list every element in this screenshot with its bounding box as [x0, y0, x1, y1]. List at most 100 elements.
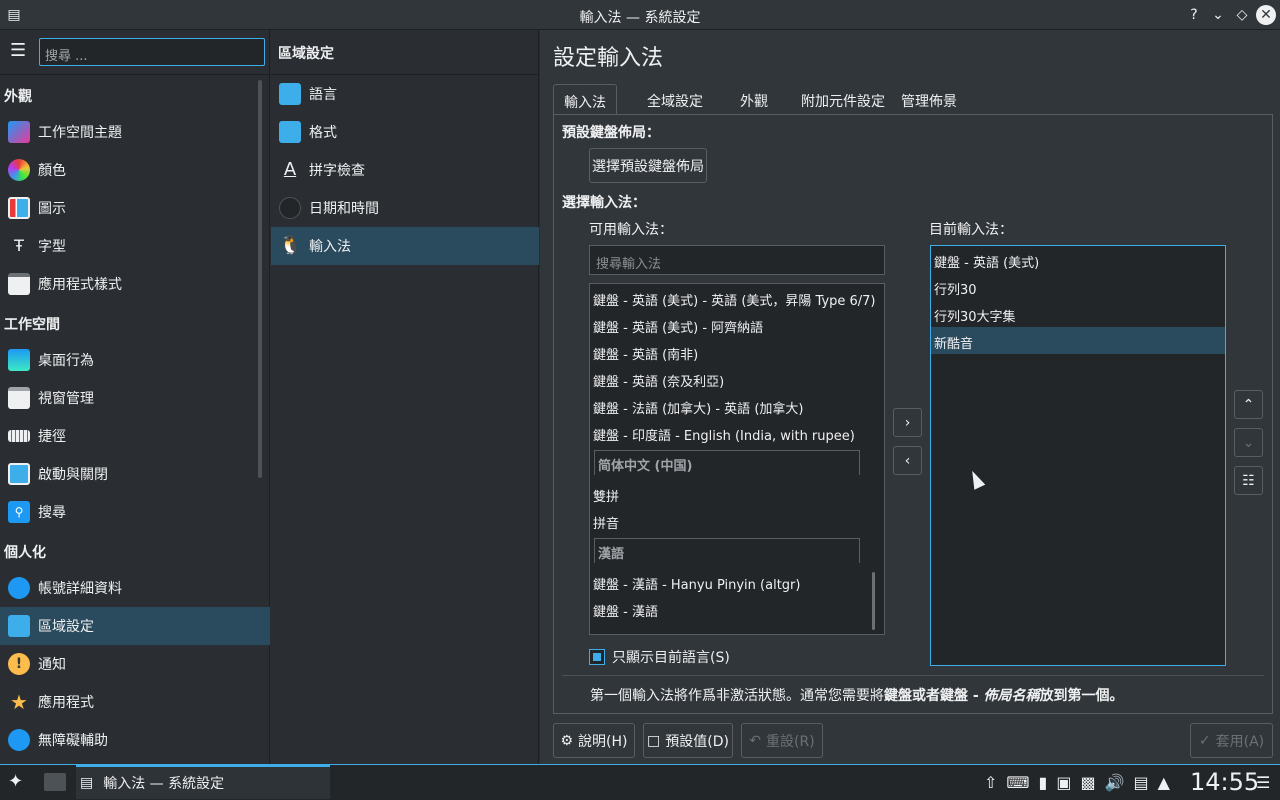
tray-expand-icon[interactable]: ▲ — [1158, 773, 1170, 792]
subcategory-item-spellcheck[interactable]: A 拼字檢查 — [271, 151, 539, 189]
task-item[interactable]: ▤ 輸入法 — 系統設定 — [76, 767, 330, 799]
tab-input-method[interactable]: 輸入法 — [553, 84, 617, 114]
desktop-pager-icon[interactable] — [44, 773, 66, 791]
panel-menu-icon[interactable]: ☰ — [1256, 773, 1270, 792]
hamburger-menu-icon[interactable]: ☰ — [10, 42, 26, 60]
list-item[interactable]: 鍵盤 - 漢語 — [593, 601, 658, 620]
sidebar-item-notifications[interactable]: ! 通知 — [0, 645, 258, 683]
list-item[interactable]: 鍵盤 - 英語 (美式) - 英語 (美式，昇陽 Type 6/7) — [593, 290, 876, 309]
list-item[interactable]: 鍵盤 - 英語 (奈及利亞) — [593, 371, 724, 390]
configure-im-button[interactable]: ☷ — [1234, 466, 1263, 495]
network-icon[interactable]: ▣ — [1056, 773, 1071, 792]
sidebar-item-colors[interactable]: 顏色 — [0, 151, 258, 189]
list-item[interactable]: 拼音 — [593, 513, 619, 532]
speech-bubble-icon — [8, 615, 30, 637]
help-icon[interactable]: ? — [1184, 5, 1204, 25]
battery-icon[interactable]: ▩ — [1080, 773, 1095, 792]
sidebar-item-shortcuts[interactable]: 捷徑 — [0, 417, 258, 455]
sidebar-item-workspace-theme[interactable]: 工作空間主題 — [0, 113, 258, 151]
sidebar-scrollbar[interactable] — [258, 80, 262, 478]
sidebar-item-desktop-behavior[interactable]: 桌面行為 — [0, 341, 258, 379]
remove-im-button[interactable]: ‹ — [893, 446, 922, 475]
chevron-right-icon: › — [904, 414, 911, 431]
sidebar-search-input[interactable]: 搜尋 ... — [39, 38, 265, 66]
list-item[interactable]: 雙拼 — [593, 486, 619, 505]
move-down-button[interactable]: ⌄ — [1234, 428, 1263, 457]
help-button[interactable]: ⚙ 說明(H) — [553, 723, 635, 758]
sidebar-item-applications[interactable]: ★ 應用程式 — [0, 683, 258, 721]
subcategory-item-datetime[interactable]: 日期和時間 — [271, 189, 539, 227]
list-scrollbar[interactable] — [872, 572, 875, 630]
user-icon — [8, 577, 30, 599]
list-item[interactable]: 鍵盤 - 印度語 - English (India, with rupee) — [593, 425, 855, 444]
window-style-icon — [8, 273, 30, 295]
choose-layout-button[interactable]: 選擇預設鍵盤佈局 — [589, 148, 707, 183]
list-item[interactable]: 鍵盤 - 漢語 - Hanyu Pinyin (altgr) — [593, 574, 800, 593]
group-header: 漢語 — [594, 538, 860, 563]
tab-manage-themes[interactable]: 管理佈景 — [891, 84, 967, 114]
star-icon: ★ — [10, 690, 28, 714]
im-search-input[interactable]: 搜尋輸入法 — [589, 245, 885, 275]
chevron-up-icon: ⌃ — [1242, 396, 1255, 413]
defaults-button[interactable]: □ 預設值(D) — [643, 723, 733, 758]
section-appearance: 外觀 — [4, 89, 32, 105]
list-item[interactable]: 行列30 — [934, 279, 977, 298]
list-item[interactable]: 鍵盤 - 英語 (南非) — [593, 344, 698, 363]
list-item[interactable]: 鍵盤 - 法語 (加拿大) - 英語 (加拿大) — [593, 398, 803, 417]
sidebar-item-icons[interactable]: 圖示 — [0, 189, 258, 227]
clipboard-icon[interactable]: ▤ — [1133, 773, 1148, 792]
list-item[interactable]: 鍵盤 - 英語 (美式) — [934, 252, 1039, 271]
volume-icon[interactable]: 🔊 — [1105, 773, 1125, 792]
settings-window-icon: ▤ — [80, 775, 94, 791]
subcategory-item-formats[interactable]: 格式 — [271, 113, 539, 151]
apply-button[interactable]: ✓ 套用(A) — [1190, 723, 1273, 758]
close-icon[interactable]: ✕ — [1256, 5, 1276, 25]
font-icon: Ŧ — [14, 236, 24, 255]
penguin-icon: 🐧 — [279, 235, 302, 256]
reset-button[interactable]: ↶ 重設(R) — [741, 723, 823, 758]
clock-icon — [279, 197, 301, 219]
sidebar-item-account[interactable]: 帳號詳細資料 — [0, 569, 258, 607]
monitor-icon — [8, 463, 30, 485]
system-tray: ⇧ ⌨ ▮ ▣ ▩ 🔊 ▤ ▲ — [984, 773, 1170, 792]
list-item[interactable]: 行列30大字集 — [934, 306, 1016, 325]
checkbox-icon[interactable] — [589, 649, 605, 665]
section-workspace: 工作空間 — [4, 317, 60, 333]
speech-bubble-icon — [279, 83, 301, 105]
sidebar-item-regional-settings[interactable]: 區域設定 — [0, 607, 270, 645]
sidebar-item-app-style[interactable]: 應用程式樣式 — [0, 265, 258, 303]
updates-icon[interactable]: ⇧ — [984, 773, 997, 792]
keyboard-icon[interactable]: ⌨ — [1006, 773, 1029, 792]
sidebar-item-window-management[interactable]: 視窗管理 — [0, 379, 258, 417]
chevron-left-icon: ‹ — [904, 452, 911, 469]
desktop-icon — [8, 349, 30, 371]
usb-icon[interactable]: ▮ — [1039, 773, 1048, 792]
tab-appearance[interactable]: 外觀 — [730, 84, 778, 114]
icons-icon — [8, 197, 30, 219]
list-item[interactable]: 鍵盤 - 英語 (美式) - 阿齊納語 — [593, 317, 763, 336]
sidebar-item-accessibility[interactable]: 無障礙輔助 — [0, 721, 258, 759]
group-header: 简体中文 (中国) — [594, 450, 860, 475]
app-launcher-icon[interactable]: ✦ — [8, 771, 23, 792]
accessibility-icon — [8, 729, 30, 751]
tab-global-settings[interactable]: 全域設定 — [637, 84, 713, 114]
divider — [562, 675, 1264, 676]
add-im-button[interactable]: › — [893, 408, 922, 437]
tab-addon-settings[interactable]: 附加元件設定 — [791, 84, 895, 114]
clock[interactable]: 14:55 — [1190, 768, 1259, 796]
show-current-lang-checkbox[interactable]: 只顯示目前語言(S) — [589, 647, 730, 667]
maximize-icon[interactable]: ◇ — [1232, 5, 1252, 25]
default-layout-label: 預設鍵盤佈局： — [562, 125, 660, 141]
sidebar-item-startup[interactable]: 啟動與關閉 — [0, 455, 258, 493]
move-up-button[interactable]: ⌃ — [1234, 390, 1263, 419]
page-title: 設定輸入法 — [553, 46, 664, 71]
subcategory-item-language[interactable]: 語言 — [271, 75, 539, 113]
sidebar: ☰ 搜尋 ... 外觀 工作空間主題 顏色 圖示 Ŧ 字型 應用程式樣式 工作空間… — [0, 30, 270, 764]
sidebar-item-fonts[interactable]: Ŧ 字型 — [0, 227, 258, 265]
section-personalization: 個人化 — [4, 545, 46, 561]
list-item[interactable]: 新酷音 — [931, 327, 1225, 354]
minimize-icon[interactable]: ⌄ — [1208, 5, 1228, 25]
subcategory-item-input-method[interactable]: 🐧 輸入法 — [271, 227, 539, 265]
sidebar-item-search[interactable]: ⚲ 搜尋 — [0, 493, 258, 531]
undo-icon: ↶ — [749, 732, 762, 749]
